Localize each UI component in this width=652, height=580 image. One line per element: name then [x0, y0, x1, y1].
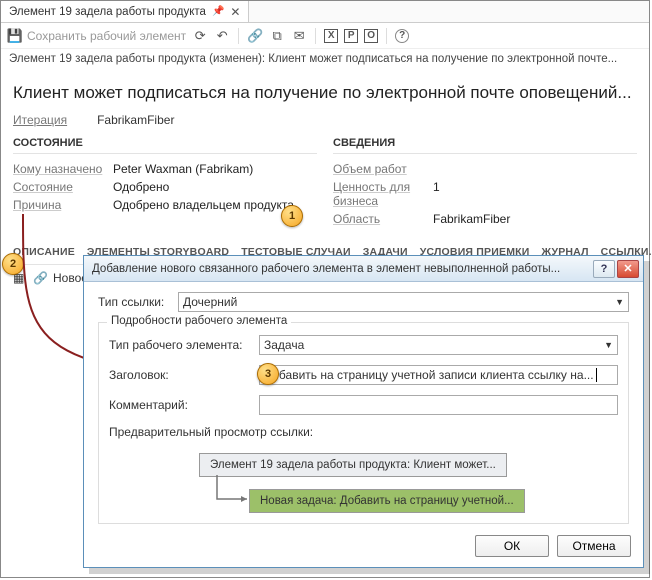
callout-2: 2 — [2, 253, 24, 275]
separator — [315, 28, 316, 44]
chevron-down-icon: ▼ — [615, 297, 624, 307]
editor-tabbar: Элемент 19 задела работы продукта 📌 ✕ — [1, 1, 649, 23]
add-link-icon[interactable]: 🔗 — [33, 271, 47, 285]
chevron-down-icon: ▼ — [604, 340, 613, 350]
save-label: Сохранить рабочий элемент — [27, 29, 186, 43]
link-icon[interactable]: 🔗 — [247, 28, 263, 44]
iteration-value[interactable]: FabrikamFiber — [97, 113, 174, 127]
undo-icon[interactable]: ↶ — [214, 28, 230, 44]
title-input[interactable]: Добавить на страницу учетной записи клие… — [259, 365, 618, 385]
tab-title: Элемент 19 задела работы продукта — [9, 6, 206, 18]
state-label: Состояние — [13, 180, 113, 194]
comment-input[interactable] — [259, 395, 618, 415]
title-label: Заголовок: — [109, 368, 249, 382]
assigned-label: Кому назначено — [13, 162, 113, 176]
text-cursor — [596, 368, 597, 382]
state-value[interactable]: Одобрено — [113, 180, 169, 194]
o-box-icon[interactable]: O — [364, 29, 378, 43]
dialog-close-button[interactable]: ✕ — [617, 260, 639, 278]
add-link-dialog: Добавление нового связанного рабочего эл… — [83, 255, 644, 568]
details-column: СВЕДЕНИЯ Объем работ Ценность для бизнес… — [333, 137, 637, 228]
refresh-icon[interactable]: ⟳ — [192, 28, 208, 44]
link-type-value: Дочерний — [183, 295, 237, 309]
link-preview: Предварительный просмотр ссылки: Элемент… — [109, 425, 618, 513]
link-type-dropdown[interactable]: Дочерний ▼ — [178, 292, 629, 312]
ok-button[interactable]: ОК — [475, 535, 549, 557]
iteration-row: Итерация FabrikamFiber — [13, 113, 637, 137]
area-value[interactable]: FabrikamFiber — [433, 212, 510, 226]
page-title: Клиент может подписаться на получение по… — [13, 77, 637, 113]
p-box-icon[interactable]: P — [344, 29, 358, 43]
effort-label: Объем работ — [333, 162, 433, 176]
help-icon[interactable]: ? — [395, 29, 409, 43]
separator — [386, 28, 387, 44]
reason-value[interactable]: Одобрено владельцем продукта — [113, 198, 294, 212]
dialog-titlebar: Добавление нового связанного рабочего эл… — [84, 256, 643, 282]
link-type-label: Тип ссылки: — [98, 295, 168, 309]
pin-icon[interactable]: 📌 — [212, 6, 224, 17]
wi-type-dropdown[interactable]: Задача ▼ — [259, 335, 618, 355]
preview-connector — [213, 475, 253, 511]
reason-label: Причина — [13, 198, 113, 212]
toolbar: 💾 Сохранить рабочий элемент ⟳ ↶ 🔗 ⧉ ✉ X … — [1, 23, 649, 49]
tab-description[interactable]: ОПИСАНИЕ — [13, 246, 75, 258]
cancel-button[interactable]: Отмена — [557, 535, 631, 557]
iteration-label: Итерация — [13, 113, 67, 127]
status-column: СОСТОЯНИЕ Кому назначеноPeter Waxman (Fa… — [13, 137, 317, 228]
preview-child-node: Новая задача: Добавить на страницу учетн… — [249, 489, 525, 513]
details-heading: СВЕДЕНИЯ — [333, 137, 637, 154]
wi-type-label: Тип рабочего элемента: — [109, 338, 249, 352]
x-box-icon[interactable]: X — [324, 29, 338, 43]
status-heading: СОСТОЯНИЕ — [13, 137, 317, 154]
area-label: Область — [333, 212, 433, 226]
save-button[interactable]: 💾 Сохранить рабочий элемент — [7, 28, 186, 44]
work-item-details-group: Подробности рабочего элемента Тип рабоче… — [98, 322, 629, 524]
close-tab-icon[interactable]: ✕ — [230, 5, 240, 19]
bv-label: Ценность для бизнеса — [333, 180, 433, 208]
assigned-value[interactable]: Peter Waxman (Fabrikam) — [113, 162, 253, 176]
title-value: Добавить на страницу учетной записи клие… — [264, 368, 594, 382]
copy-icon[interactable]: ⧉ — [269, 28, 285, 44]
dialog-buttons: ОК Отмена — [475, 535, 631, 557]
tab-work-item[interactable]: Элемент 19 задела работы продукта 📌 ✕ — [1, 1, 249, 22]
dialog-help-button[interactable]: ? — [593, 260, 615, 278]
separator — [238, 28, 239, 44]
wi-type-value: Задача — [264, 338, 304, 352]
group-title: Подробности рабочего элемента — [107, 315, 291, 327]
callout-1: 1 — [281, 205, 303, 227]
comment-label: Комментарий: — [109, 398, 249, 412]
bv-value[interactable]: 1 — [433, 180, 440, 208]
callout-3: 3 — [257, 363, 279, 385]
preview-parent-node: Элемент 19 задела работы продукта: Клиен… — [199, 453, 507, 477]
breadcrumb: Элемент 19 задела работы продукта (измен… — [1, 49, 649, 69]
disk-icon: 💾 — [7, 28, 23, 44]
dialog-title: Добавление нового связанного рабочего эл… — [92, 263, 591, 275]
mail-icon[interactable]: ✉ — [291, 28, 307, 44]
dialog-body: Тип ссылки: Дочерний ▼ Подробности рабоч… — [84, 282, 643, 534]
preview-label: Предварительный просмотр ссылки: — [109, 425, 618, 439]
